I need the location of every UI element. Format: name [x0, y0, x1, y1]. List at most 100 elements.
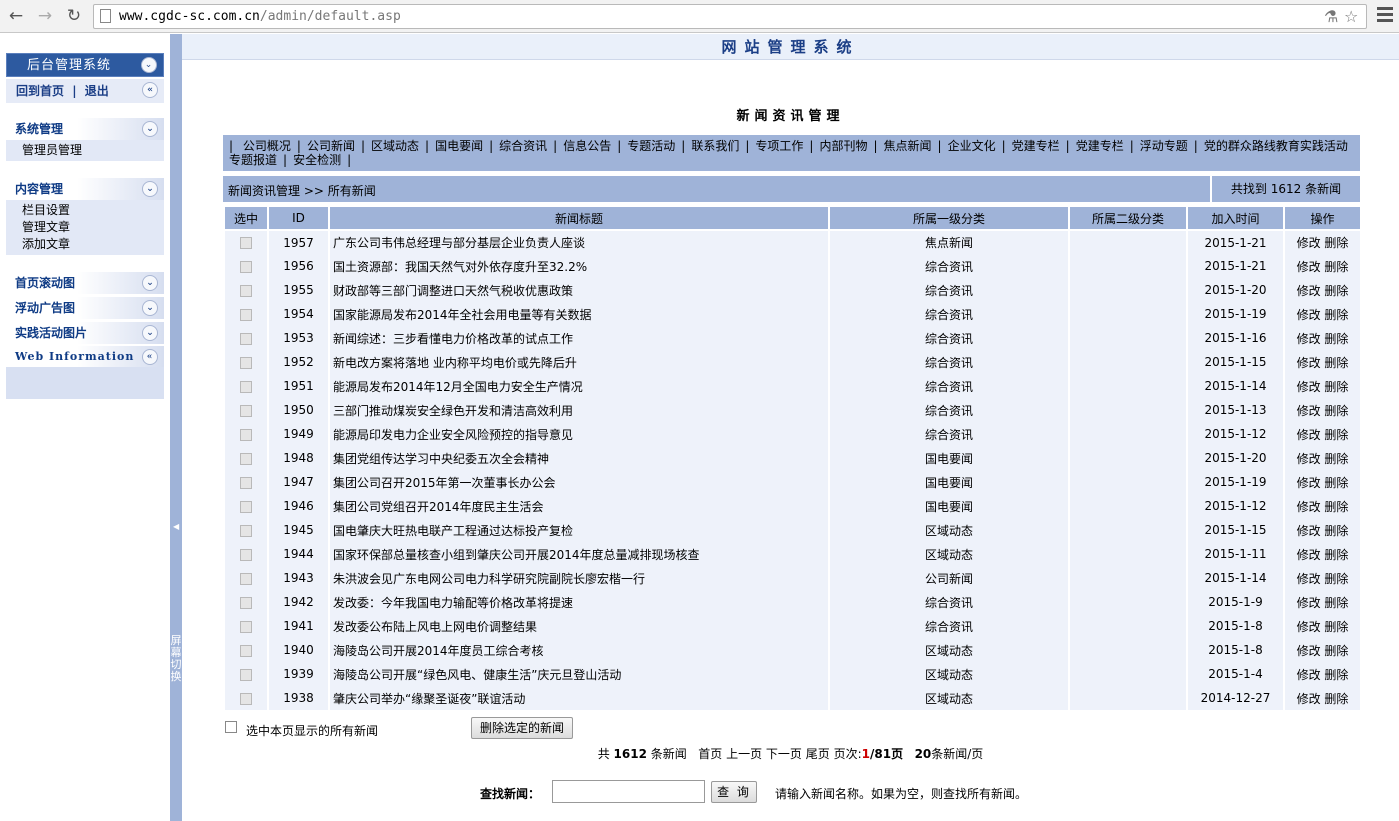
delete-link[interactable]: 删除 — [1324, 380, 1348, 394]
row-checkbox[interactable] — [240, 428, 252, 441]
delete-link[interactable]: 删除 — [1324, 692, 1348, 706]
delete-link[interactable]: 删除 — [1324, 308, 1348, 322]
row-title[interactable]: 集团公司党组召开2014年度民主生活会 — [328, 494, 830, 518]
row-title[interactable]: 能源局印发电力企业安全风险预控的指导意见 — [328, 422, 830, 446]
edit-link[interactable]: 修改 — [1297, 284, 1321, 298]
sidebar-item-columns[interactable]: 栏目设置 — [22, 202, 164, 219]
category-link[interactable]: 公司新闻 — [307, 139, 355, 153]
delete-link[interactable]: 删除 — [1324, 284, 1348, 298]
category-link[interactable]: 企业文化 — [948, 139, 996, 153]
row-checkbox[interactable] — [240, 572, 252, 585]
delete-link[interactable]: 删除 — [1324, 548, 1348, 562]
delete-link[interactable]: 删除 — [1324, 620, 1348, 634]
category-link[interactable]: 联系我们 — [691, 139, 739, 153]
row-checkbox[interactable] — [240, 620, 252, 633]
row-title[interactable]: 能源局发布2014年12月全国电力安全生产情况 — [328, 374, 830, 398]
reload-icon[interactable]: ↻ — [64, 6, 84, 26]
collapse-left-icon[interactable]: « — [142, 82, 158, 98]
delete-link[interactable]: 删除 — [1324, 476, 1348, 490]
pager-prev-link[interactable]: 上一页 — [726, 747, 762, 761]
edit-link[interactable]: 修改 — [1297, 500, 1321, 514]
category-link[interactable]: 焦点新闻 — [884, 139, 932, 153]
row-checkbox[interactable] — [240, 692, 252, 705]
delete-link[interactable]: 删除 — [1324, 644, 1348, 658]
category-link[interactable]: 信息公告 — [563, 139, 611, 153]
row-title[interactable]: 财政部等三部门调整进口天然气税收优惠政策 — [328, 278, 830, 302]
expand-icon[interactable]: ⌄ — [142, 300, 158, 316]
category-link[interactable]: 区域动态 — [371, 139, 419, 153]
logout-link[interactable]: 退出 — [85, 84, 109, 98]
delete-link[interactable]: 删除 — [1324, 668, 1348, 682]
row-title[interactable]: 朱洪波会见广东电网公司电力科学研究院副院长廖宏楷一行 — [328, 566, 830, 590]
sidebar-group-head[interactable]: 首页滚动图 ⌄ — [6, 272, 164, 294]
row-checkbox[interactable] — [240, 500, 252, 513]
row-checkbox[interactable] — [240, 452, 252, 465]
delete-selected-button[interactable]: 删除选定的新闻 — [471, 717, 574, 739]
search-input[interactable] — [552, 780, 705, 803]
category-link[interactable]: 专项工作 — [755, 139, 803, 153]
back-icon[interactable]: ← — [6, 6, 26, 26]
sidebar-group-head[interactable]: 实践活动图片 ⌄ — [6, 322, 164, 344]
expand-icon[interactable]: ⌄ — [142, 275, 158, 291]
menu-icon[interactable] — [1377, 7, 1393, 23]
collapse-down-icon[interactable]: ⌄ — [141, 57, 157, 73]
row-title[interactable]: 国土资源部：我国天然气对外依存度升至32.2% — [328, 254, 830, 278]
edit-link[interactable]: 修改 — [1297, 260, 1321, 274]
row-checkbox[interactable] — [240, 524, 252, 537]
edit-link[interactable]: 修改 — [1297, 308, 1321, 322]
expand-icon[interactable]: ⌄ — [142, 121, 158, 137]
delete-link[interactable]: 删除 — [1324, 332, 1348, 346]
category-link[interactable]: 浮动专题 — [1140, 139, 1188, 153]
edit-link[interactable]: 修改 — [1297, 644, 1321, 658]
edit-link[interactable]: 修改 — [1297, 356, 1321, 370]
category-link[interactable]: 专题活动 — [627, 139, 675, 153]
category-link[interactable]: 综合资讯 — [499, 139, 547, 153]
row-checkbox[interactable] — [240, 284, 252, 297]
extension-icon[interactable]: ⚗ — [1324, 7, 1338, 26]
delete-link[interactable]: 删除 — [1324, 572, 1348, 586]
sidebar-group-head[interactable]: 浮动广告图 ⌄ — [6, 297, 164, 319]
delete-link[interactable]: 删除 — [1324, 428, 1348, 442]
edit-link[interactable]: 修改 — [1297, 668, 1321, 682]
delete-link[interactable]: 删除 — [1324, 524, 1348, 538]
row-checkbox[interactable] — [240, 237, 252, 249]
row-title[interactable]: 海陵岛公司开展“绿色风电、健康生活”庆元旦登山活动 — [328, 662, 830, 686]
row-checkbox[interactable] — [240, 380, 252, 393]
edit-link[interactable]: 修改 — [1297, 380, 1321, 394]
edit-link[interactable]: 修改 — [1297, 428, 1321, 442]
row-title[interactable]: 发改委公布陆上风电上网电价调整结果 — [328, 614, 830, 638]
edit-link[interactable]: 修改 — [1297, 452, 1321, 466]
row-checkbox[interactable] — [240, 260, 252, 273]
edit-link[interactable]: 修改 — [1297, 572, 1321, 586]
row-title[interactable]: 广东公司韦伟总经理与部分基层企业负责人座谈 — [328, 230, 830, 254]
edit-link[interactable]: 修改 — [1297, 236, 1321, 250]
category-link[interactable]: 内部刊物 — [819, 139, 867, 153]
bookmark-star-icon[interactable]: ☆ — [1344, 7, 1358, 26]
row-title[interactable]: 国家能源局发布2014年全社会用电量等有关数据 — [328, 302, 830, 326]
row-checkbox[interactable] — [240, 596, 252, 609]
edit-link[interactable]: 修改 — [1297, 332, 1321, 346]
row-checkbox[interactable] — [240, 548, 252, 561]
category-link[interactable]: 党建专栏 — [1012, 139, 1060, 153]
category-link[interactable]: 安全检测 — [293, 153, 341, 167]
category-link[interactable]: 国电要闻 — [435, 139, 483, 153]
row-title[interactable]: 新闻综述：三步看懂电力价格改革的试点工作 — [328, 326, 830, 350]
delete-link[interactable]: 删除 — [1324, 452, 1348, 466]
collapse-left-icon[interactable]: « — [142, 349, 158, 365]
delete-link[interactable]: 删除 — [1324, 404, 1348, 418]
forward-icon[interactable]: → — [35, 6, 55, 26]
pager-first-link[interactable]: 首页 — [698, 747, 722, 761]
select-all-checkbox[interactable] — [225, 721, 237, 733]
sidebar-group-head[interactable]: Web Information « — [6, 346, 164, 368]
edit-link[interactable]: 修改 — [1297, 692, 1321, 706]
splitter-arrow-icon[interactable]: ◀ — [173, 522, 179, 531]
sidebar-item-admin[interactable]: 管理员管理 — [22, 142, 164, 159]
delete-link[interactable]: 删除 — [1324, 356, 1348, 370]
delete-link[interactable]: 删除 — [1324, 260, 1348, 274]
row-title[interactable]: 国家环保部总量核查小组到肇庆公司开展2014年度总量减排现场核查 — [328, 542, 830, 566]
row-checkbox[interactable] — [240, 644, 252, 657]
edit-link[interactable]: 修改 — [1297, 596, 1321, 610]
row-title[interactable]: 肇庆公司举办“缘聚圣诞夜”联谊活动 — [328, 686, 830, 710]
edit-link[interactable]: 修改 — [1297, 524, 1321, 538]
row-checkbox[interactable] — [240, 404, 252, 417]
